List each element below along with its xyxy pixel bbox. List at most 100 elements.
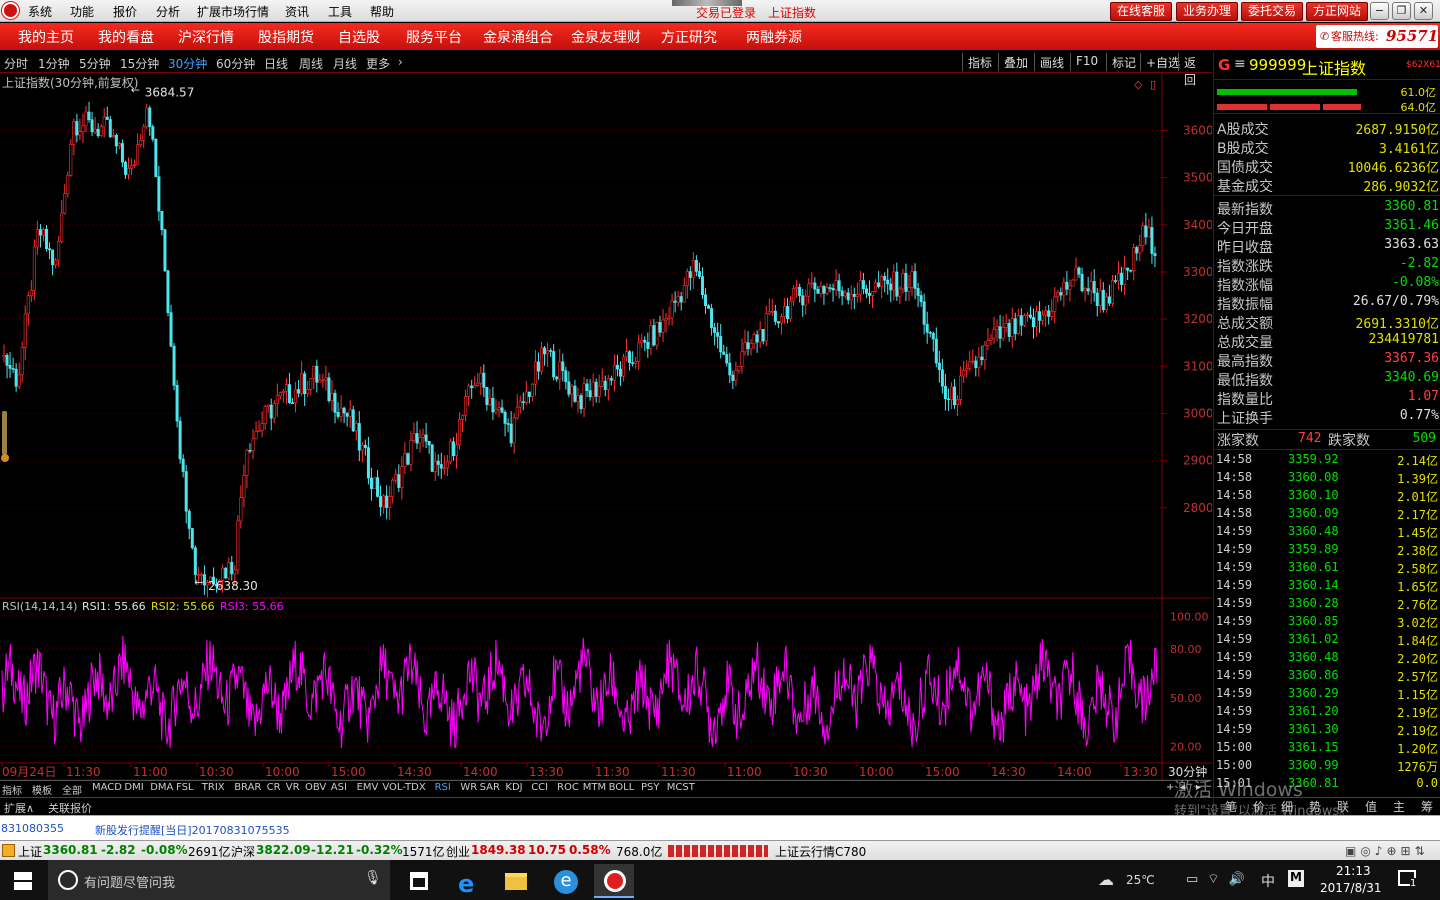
nav-item-6[interactable]: 金泉涌组合 (483, 27, 553, 47)
candle-body (688, 271, 692, 278)
candle-body (740, 351, 744, 367)
period-4[interactable]: 30分钟 (168, 55, 207, 72)
nav-item-3[interactable]: 股指期货 (258, 27, 314, 47)
indicator-tab-13[interactable]: EMV (357, 782, 379, 793)
windows-start-icon[interactable] (14, 872, 32, 890)
detail-tab-6[interactable]: 主 (1385, 798, 1413, 815)
diamond-icon[interactable]: ◇ (1134, 78, 1143, 91)
indicator-tab-16[interactable]: WR (460, 782, 477, 793)
period-2[interactable]: 5分钟 (79, 55, 111, 72)
menu-item-4[interactable]: 扩展市场行情 (197, 3, 269, 20)
candle-body (1126, 267, 1130, 271)
detail-tab-7[interactable]: 筹 (1413, 798, 1440, 815)
restore-button[interactable]: ❐ (1392, 2, 1411, 20)
ext-tab-1[interactable]: 关联报价 (48, 800, 92, 816)
nav-item-0[interactable]: 我的主页 (18, 27, 74, 47)
tool-button-3[interactable]: F10 (1070, 53, 1103, 71)
tool-button-6[interactable]: 返回 (1178, 53, 1212, 87)
ie-icon[interactable]: e (546, 864, 586, 898)
menu-item-6[interactable]: 工具 (328, 3, 352, 20)
store-icon[interactable] (398, 864, 438, 898)
nav-item-9[interactable]: 两融券源 (746, 27, 802, 47)
period-8[interactable]: 月线 (333, 55, 357, 72)
menu-item-2[interactable]: 报价 (113, 3, 137, 20)
header-button-1[interactable]: 业务办理 (1176, 2, 1238, 21)
app-taskbar-icon[interactable] (594, 864, 634, 898)
minimize-button[interactable]: − (1370, 2, 1389, 20)
indicator-tab-12[interactable]: ASI (331, 782, 347, 793)
indicator-tab-24[interactable]: MCST (667, 782, 695, 793)
tool-button-4[interactable]: 标记 (1106, 53, 1141, 71)
header-button-3[interactable]: 方正网站 (1306, 2, 1368, 21)
indicator-tab-5[interactable]: DMA (150, 782, 173, 793)
ext-tab-0[interactable]: 扩展∧ (4, 800, 34, 816)
indicator-tab-1[interactable]: 模板 (32, 782, 52, 797)
tick-list[interactable]: 14:58 3359.92 2.14亿 14:58 3360.08 1.39亿 14:58 3… (1214, 451, 1440, 796)
explorer-icon[interactable] (496, 864, 536, 898)
indicator-tab-20[interactable]: ROC (557, 782, 579, 793)
period-3[interactable]: 15分钟 (120, 55, 159, 72)
detail-tab-5[interactable]: 值 (1357, 798, 1385, 815)
indicator-tab-0[interactable]: 指标 (2, 782, 22, 797)
taskbar-search[interactable]: 有问题尽管问我 🎙 (48, 860, 390, 900)
scroll-knob[interactable] (1, 454, 9, 462)
chart-area[interactable]: 上证指数(30分钟,前复权) ◇ ▯ 3600 3500 3400 3300 3200 3100… (0, 73, 1212, 791)
indicator-tab-9[interactable]: CR (267, 782, 281, 793)
ime-mode-icon[interactable]: M (1288, 870, 1304, 887)
news-ticker[interactable]: 831080355 新股发行提醒[当日]20170831075535 (0, 815, 1440, 840)
indicator-tab-2[interactable]: 全部 (62, 782, 82, 797)
clock-time[interactable]: 21:13 (1336, 864, 1371, 878)
indicator-tab-19[interactable]: CCI (531, 782, 548, 793)
indicator-tab-4[interactable]: DMI (124, 782, 143, 793)
scroll-handle[interactable] (2, 411, 7, 455)
header-button-2[interactable]: 委托交易 (1241, 2, 1303, 21)
nav-item-8[interactable]: 方正研究 (661, 27, 717, 47)
indicator-tab-22[interactable]: BOLL (609, 782, 635, 793)
indicator-tab-15[interactable]: RSI (435, 782, 451, 793)
ime-indicator[interactable]: 中 (1261, 871, 1275, 891)
period-1[interactable]: 1分钟 (38, 55, 70, 72)
tray-icons[interactable]: ▭⌔🔊 (1186, 871, 1254, 887)
menu-item-5[interactable]: 资讯 (285, 3, 309, 20)
indicator-tab-11[interactable]: OBV (305, 782, 326, 793)
more-arrow-icon[interactable]: › (398, 55, 403, 69)
period-9[interactable]: 更多 (366, 55, 390, 72)
nav-item-4[interactable]: 自选股 (338, 27, 380, 47)
nav-item-7[interactable]: 金泉友理财 (571, 27, 641, 47)
toggle-icon[interactable]: ▯ (1150, 78, 1156, 91)
indicator-tab-21[interactable]: MTM (583, 782, 606, 793)
indicator-tab-18[interactable]: KDJ (505, 782, 522, 793)
menu-item-0[interactable]: 系统 (28, 3, 52, 20)
menu-item-1[interactable]: 功能 (70, 3, 94, 20)
kline-chart[interactable]: 上证指数(30分钟,前复权) ◇ ▯ 3600 3500 3400 3300 3200 3100… (0, 73, 1212, 791)
edge-icon[interactable]: e (448, 864, 488, 898)
menu-item-3[interactable]: 分析 (156, 3, 180, 20)
period-7[interactable]: 周线 (299, 55, 323, 72)
indicator-tab-10[interactable]: VR (286, 782, 300, 793)
period-0[interactable]: 分时 (4, 55, 28, 72)
period-5[interactable]: 60分钟 (216, 55, 255, 72)
close-button[interactable]: ✕ (1414, 2, 1433, 20)
status-tools-icon[interactable]: ▣◎♪⊕⊞⇅ (1345, 844, 1429, 858)
nav-item-1[interactable]: 我的看盘 (98, 27, 154, 47)
indicator-tab-23[interactable]: PSY (641, 782, 660, 793)
indicator-tab-7[interactable]: TRIX (202, 782, 225, 793)
cloud-quote[interactable]: 上证云行情C780 (775, 843, 866, 860)
turnover-label: 国债成交 (1217, 160, 1273, 176)
indicator-tab-17[interactable]: SAR (480, 782, 500, 793)
header-button-0[interactable]: 在线客服 (1110, 2, 1172, 21)
indicator-tab-6[interactable]: FSL (176, 782, 194, 793)
tool-button-0[interactable]: 指标 (962, 53, 997, 71)
indicator-tab-14[interactable]: VOL-TDX (382, 782, 425, 793)
nav-item-5[interactable]: 服务平台 (406, 27, 462, 47)
tool-button-2[interactable]: 画线 (1034, 53, 1069, 71)
nav-item-2[interactable]: 沪深行情 (178, 27, 234, 47)
indicator-tab-8[interactable]: BRAR (234, 782, 261, 793)
indicator-tab-3[interactable]: MACD (92, 782, 122, 793)
tool-button-1[interactable]: 叠加 (998, 53, 1033, 71)
menu-item-7[interactable]: 帮助 (370, 3, 394, 20)
period-6[interactable]: 日线 (264, 55, 288, 72)
news-headline[interactable]: 新股发行提醒[当日]20170831075535 (95, 822, 290, 838)
mic-icon[interactable]: 🎙 (364, 870, 382, 886)
clock-date[interactable]: 2017/8/31 (1320, 881, 1382, 895)
